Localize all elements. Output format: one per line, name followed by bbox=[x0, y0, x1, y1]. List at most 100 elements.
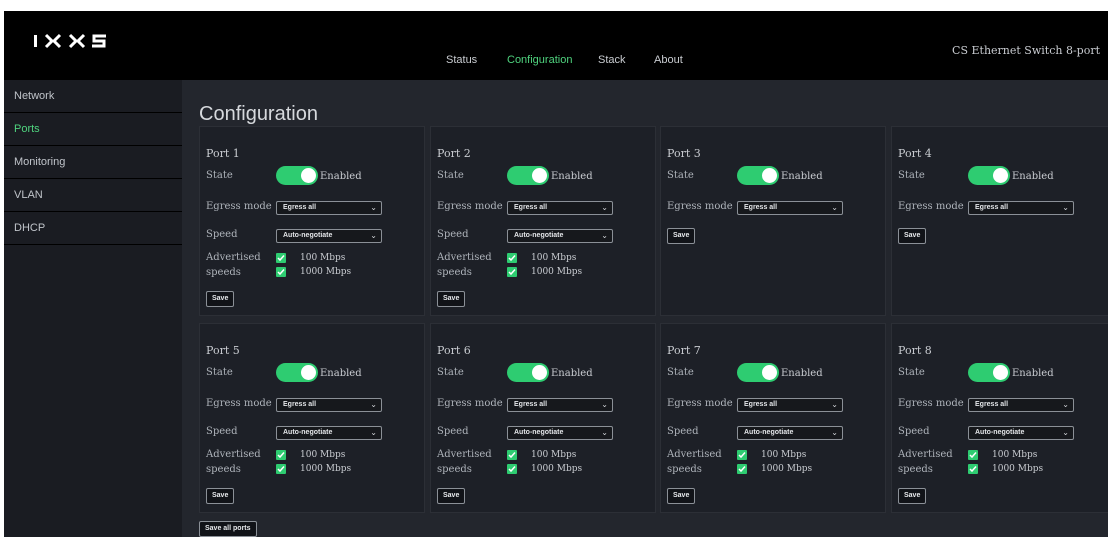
speed-1000-checkbox[interactable] bbox=[276, 267, 286, 277]
speed-label: Speed bbox=[898, 426, 930, 437]
egress-mode-select[interactable]: Egress all ⌄ bbox=[507, 398, 613, 412]
speed-1000-checkbox[interactable] bbox=[507, 267, 517, 277]
egress-mode-select[interactable]: Egress all ⌄ bbox=[968, 201, 1074, 215]
chevron-down-icon: ⌄ bbox=[601, 231, 608, 240]
speed-100-checkbox[interactable] bbox=[276, 450, 286, 460]
port-state-toggle[interactable] bbox=[276, 363, 318, 382]
sidebar-item-ports[interactable]: Ports bbox=[4, 113, 182, 146]
save-button[interactable]: Save bbox=[667, 488, 696, 504]
save-button[interactable]: Save bbox=[437, 291, 466, 307]
speed-select[interactable]: Auto-negotiate ⌄ bbox=[737, 426, 843, 440]
speed-100-checkbox[interactable] bbox=[507, 253, 517, 263]
toggle-knob bbox=[301, 168, 316, 183]
port-state-toggle[interactable] bbox=[507, 363, 549, 382]
advertised-label: Advertised bbox=[437, 252, 492, 263]
speed-label: Speed bbox=[437, 426, 469, 437]
nav-configuration[interactable]: Configuration bbox=[507, 54, 572, 66]
port-title: Port 5 bbox=[206, 344, 240, 357]
speed-option-label: 1000 Mbps bbox=[761, 464, 813, 474]
egress-mode-select[interactable]: Egress all ⌄ bbox=[507, 201, 613, 215]
sidebar-item-vlan[interactable]: VLAN bbox=[4, 179, 182, 212]
state-label: State bbox=[667, 170, 694, 181]
nav-stack[interactable]: Stack bbox=[598, 54, 626, 66]
speed-1000-checkbox[interactable] bbox=[276, 464, 286, 474]
product-name: CS Ethernet Switch 8-port bbox=[952, 44, 1100, 57]
advertised-label-line2: speeds bbox=[206, 267, 241, 278]
port-state-toggle[interactable] bbox=[276, 166, 318, 185]
port-state-toggle[interactable] bbox=[507, 166, 549, 185]
egress-mode-select[interactable]: Egress all ⌄ bbox=[737, 201, 843, 215]
save-button[interactable]: Save bbox=[898, 488, 927, 504]
state-label: State bbox=[437, 170, 464, 181]
speed-option-label: 100 Mbps bbox=[531, 450, 577, 460]
advertised-label: Advertised bbox=[667, 449, 722, 460]
save-all-ports-button[interactable]: Save all ports bbox=[199, 521, 257, 537]
advertised-label: Advertised bbox=[898, 449, 953, 460]
save-button[interactable]: Save bbox=[898, 228, 927, 244]
sidebar-item-monitoring[interactable]: Monitoring bbox=[4, 146, 182, 179]
egress-mode-select[interactable]: Egress all ⌄ bbox=[276, 398, 382, 412]
save-button[interactable]: Save bbox=[667, 228, 696, 244]
speed-100-checkbox[interactable] bbox=[507, 450, 517, 460]
chevron-down-icon: ⌄ bbox=[831, 203, 838, 212]
sidebar: Network Ports Monitoring VLAN DHCP bbox=[4, 80, 183, 537]
port-state-toggle[interactable] bbox=[968, 166, 1010, 185]
speed-select[interactable]: Auto-negotiate ⌄ bbox=[507, 426, 613, 440]
company-logo[interactable] bbox=[32, 27, 122, 51]
egress-mode-value: Egress all bbox=[283, 401, 317, 408]
speed-1000-checkbox[interactable] bbox=[507, 464, 517, 474]
save-button[interactable]: Save bbox=[437, 488, 466, 504]
port-state-text: Enabled bbox=[1012, 171, 1054, 182]
speed-option-label: 100 Mbps bbox=[531, 253, 577, 263]
port-state-toggle[interactable] bbox=[737, 166, 779, 185]
nav-status[interactable]: Status bbox=[446, 54, 477, 66]
chevron-down-icon: ⌄ bbox=[1062, 428, 1069, 437]
port-card: Port 3 State Enabled Egress mode Egress all ⌄… bbox=[660, 126, 886, 316]
save-button[interactable]: Save bbox=[206, 291, 235, 307]
egress-mode-value: Egress all bbox=[975, 401, 1009, 408]
chevron-down-icon: ⌄ bbox=[601, 203, 608, 212]
egress-mode-select[interactable]: Egress all ⌄ bbox=[737, 398, 843, 412]
speed-select[interactable]: Auto-negotiate ⌄ bbox=[276, 426, 382, 440]
advertised-label: Advertised bbox=[437, 449, 492, 460]
port-title: Port 1 bbox=[206, 147, 240, 160]
speed-1000-checkbox[interactable] bbox=[968, 464, 978, 474]
speed-100-checkbox[interactable] bbox=[276, 253, 286, 263]
chevron-down-icon: ⌄ bbox=[370, 203, 377, 212]
toggle-knob bbox=[532, 168, 547, 183]
speed-100-checkbox[interactable] bbox=[737, 450, 747, 460]
egress-mode-select[interactable]: Egress all ⌄ bbox=[276, 201, 382, 215]
toggle-knob bbox=[762, 168, 777, 183]
speed-select[interactable]: Auto-negotiate ⌄ bbox=[507, 229, 613, 243]
port-title: Port 4 bbox=[898, 147, 932, 160]
save-button[interactable]: Save bbox=[206, 488, 235, 504]
port-state-toggle[interactable] bbox=[968, 363, 1010, 382]
port-card: Port 2 State Enabled Egress mode Egress all ⌄… bbox=[430, 126, 656, 316]
chevron-down-icon: ⌄ bbox=[370, 400, 377, 409]
speed-label: Speed bbox=[667, 426, 699, 437]
sidebar-item-dhcp[interactable]: DHCP bbox=[4, 212, 182, 245]
speed-option-label: 100 Mbps bbox=[761, 450, 807, 460]
sidebar-item-network[interactable]: Network bbox=[4, 80, 182, 113]
egress-mode-select[interactable]: Egress all ⌄ bbox=[968, 398, 1074, 412]
egress-mode-label: Egress mode bbox=[667, 398, 733, 409]
speed-1000-checkbox[interactable] bbox=[737, 464, 747, 474]
advertised-label-line2: speeds bbox=[898, 464, 933, 475]
speed-option-label: 100 Mbps bbox=[300, 450, 346, 460]
speed-select[interactable]: Auto-negotiate ⌄ bbox=[968, 426, 1074, 440]
advertised-label-line2: speeds bbox=[667, 464, 702, 475]
chevron-down-icon: ⌄ bbox=[1062, 400, 1069, 409]
chevron-down-icon: ⌄ bbox=[831, 400, 838, 409]
port-state-toggle[interactable] bbox=[737, 363, 779, 382]
speed-value: Auto-negotiate bbox=[514, 429, 564, 436]
toggle-knob bbox=[301, 365, 316, 380]
speed-100-checkbox[interactable] bbox=[968, 450, 978, 460]
advertised-label: Advertised bbox=[206, 449, 261, 460]
nav-about[interactable]: About bbox=[654, 54, 683, 66]
port-state-text: Enabled bbox=[781, 368, 823, 379]
speed-option-label: 1000 Mbps bbox=[531, 464, 583, 474]
speed-option-label: 1000 Mbps bbox=[992, 464, 1044, 474]
speed-value: Auto-negotiate bbox=[283, 232, 333, 239]
page-title: Configuration bbox=[199, 103, 318, 125]
speed-select[interactable]: Auto-negotiate ⌄ bbox=[276, 229, 382, 243]
